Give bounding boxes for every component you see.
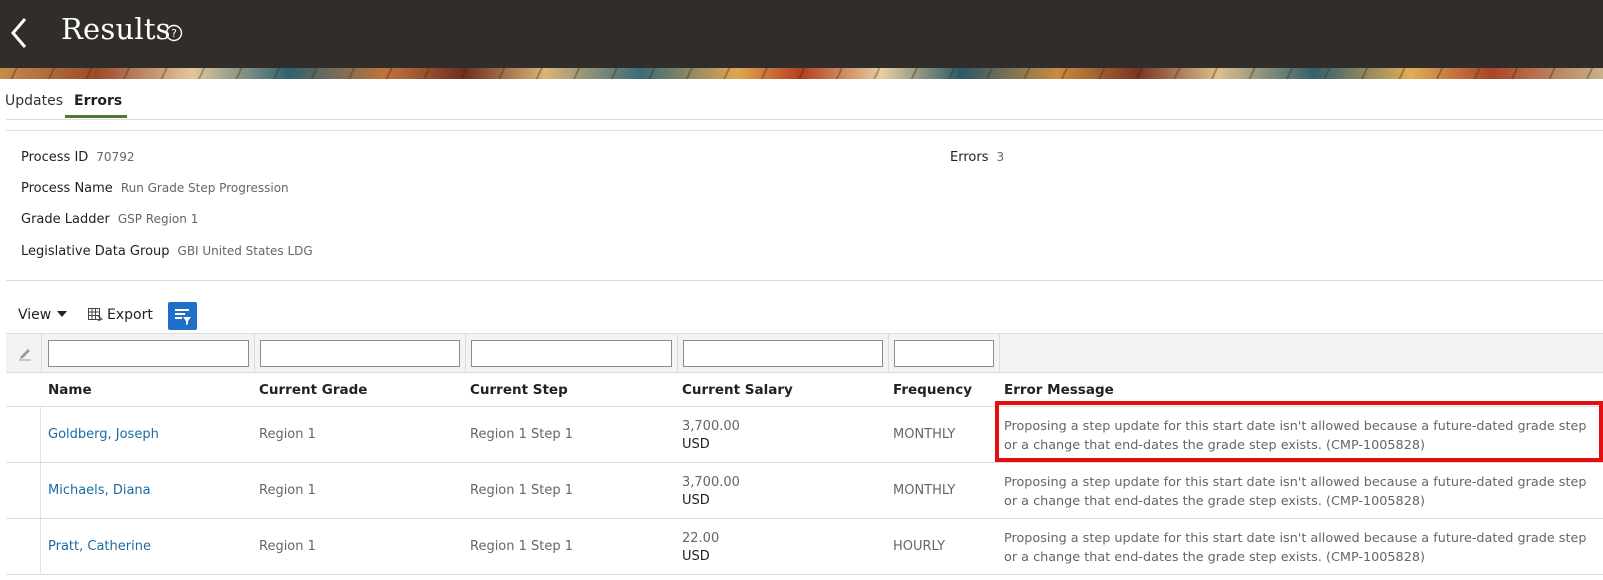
detail-label: Legislative Data Group <box>21 244 170 259</box>
tab-errors[interactable]: Errors <box>74 93 122 109</box>
current-salary-amount: 3,700.00 <box>682 475 740 490</box>
column-header-current-salary[interactable]: Current Salary <box>682 382 793 398</box>
current-step-cell: Region 1 Step 1 <box>470 483 574 498</box>
current-salary-currency: USD <box>682 493 710 508</box>
current-grade-cell: Region 1 <box>259 483 316 498</box>
detail-grade-ladder: Grade Ladder GSP Region 1 <box>21 212 198 227</box>
filter-frequency-input[interactable] <box>894 340 994 367</box>
divider <box>254 334 255 373</box>
employee-name-link[interactable]: Pratt, Catherine <box>48 539 151 554</box>
divider <box>999 334 1000 373</box>
detail-label: Process ID <box>21 150 89 165</box>
detail-label: Grade Ladder <box>21 212 110 227</box>
divider <box>888 334 889 373</box>
divider <box>6 130 1603 131</box>
divider <box>40 407 41 462</box>
detail-value: 3 <box>996 150 1005 164</box>
detail-label: Process Name <box>21 181 113 196</box>
detail-value: GBI United States LDG <box>177 244 313 258</box>
chevron-down-icon <box>57 311 68 317</box>
divider <box>465 334 466 373</box>
filter-name-input[interactable] <box>48 340 249 367</box>
tab-updates[interactable]: Updates <box>5 93 63 109</box>
current-salary-amount: 22.00 <box>682 531 720 546</box>
divider <box>6 280 1603 281</box>
svg-text:?: ? <box>171 27 177 40</box>
frequency-cell: MONTHLY <box>893 427 956 442</box>
export-button[interactable]: Export <box>87 307 153 323</box>
table-row[interactable]: Pratt, Catherine Region 1 Region 1 Step … <box>6 519 1603 575</box>
detail-value: Run Grade Step Progression <box>120 181 289 195</box>
column-header-frequency[interactable]: Frequency <box>893 382 972 398</box>
current-step-cell: Region 1 Step 1 <box>470 427 574 442</box>
detail-errors: Errors 3 <box>950 150 1004 165</box>
active-tab-indicator <box>65 115 127 118</box>
view-label: View <box>18 307 52 323</box>
error-message-cell: Proposing a step update for this start d… <box>1004 475 1587 509</box>
error-message-cell: Proposing a step update for this start d… <box>1004 531 1587 565</box>
table-filter-row <box>6 333 1603 373</box>
page-header: Results ? <box>0 0 1603 68</box>
current-step-cell: Region 1 Step 1 <box>470 539 574 554</box>
divider <box>6 119 1603 120</box>
export-label: Export <box>107 307 153 323</box>
divider <box>40 519 41 574</box>
page-title: Results <box>61 12 171 46</box>
view-menu-button[interactable]: View <box>18 307 68 323</box>
decorative-banner <box>0 68 1603 79</box>
detail-label: Errors <box>950 150 989 165</box>
current-salary-amount: 3,700.00 <box>682 419 740 434</box>
filter-current-salary-input[interactable] <box>683 340 883 367</box>
pencil-icon <box>18 346 32 361</box>
tab-bar: Updates Errors <box>0 88 1603 118</box>
divider <box>677 334 678 373</box>
detail-legislative-data-group: Legislative Data Group GBI United States … <box>21 244 313 259</box>
employee-name-link[interactable]: Goldberg, Joseph <box>48 427 159 442</box>
table-row[interactable]: Goldberg, Joseph Region 1 Region 1 Step … <box>6 407 1603 463</box>
detail-process-name: Process Name Run Grade Step Progression <box>21 181 289 196</box>
column-header-error-message[interactable]: Error Message <box>1004 382 1114 398</box>
frequency-cell: HOURLY <box>893 539 946 554</box>
frequency-cell: MONTHLY <box>893 483 956 498</box>
divider <box>40 463 41 518</box>
current-salary-currency: USD <box>682 437 710 452</box>
query-by-example-button[interactable] <box>168 302 197 330</box>
current-grade-cell: Region 1 <box>259 427 316 442</box>
filter-icon <box>175 309 191 325</box>
employee-name-link[interactable]: Michaels, Diana <box>48 483 151 498</box>
column-header-current-step[interactable]: Current Step <box>470 382 568 398</box>
detail-value: GSP Region 1 <box>117 212 199 226</box>
filter-current-grade-input[interactable] <box>260 340 460 367</box>
detail-value: 70792 <box>96 150 135 164</box>
detail-process-id: Process ID 70792 <box>21 150 134 165</box>
current-salary-currency: USD <box>682 549 710 564</box>
export-icon <box>87 307 103 322</box>
filter-current-step-input[interactable] <box>471 340 672 367</box>
table-row[interactable]: Michaels, Diana Region 1 Region 1 Step 1… <box>6 463 1603 519</box>
help-icon[interactable]: ? <box>165 24 183 42</box>
divider <box>41 334 42 373</box>
error-message-cell: Proposing a step update for this start d… <box>1004 419 1587 453</box>
back-chevron-icon[interactable] <box>6 16 32 50</box>
column-header-current-grade[interactable]: Current Grade <box>259 382 367 398</box>
current-grade-cell: Region 1 <box>259 539 316 554</box>
column-header-name[interactable]: Name <box>48 382 92 398</box>
